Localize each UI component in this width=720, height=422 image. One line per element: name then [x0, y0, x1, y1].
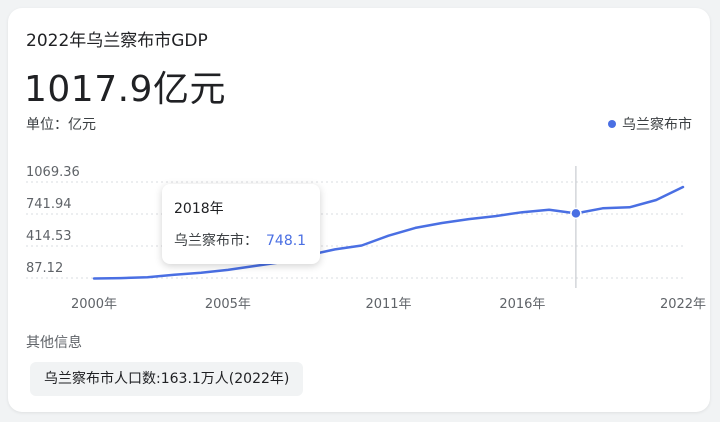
x-tick-label: 2011年: [365, 297, 411, 312]
x-tick-label: 2005年: [205, 297, 251, 312]
tooltip-row: 乌兰察布市： 748.1: [174, 230, 306, 250]
tooltip-value: 748.1: [266, 233, 307, 249]
y-tick-label: 414.53: [26, 229, 72, 244]
y-tick-label: 741.94: [26, 197, 72, 212]
population-chip[interactable]: 乌兰察布市人口数:163.1万人(2022年): [30, 362, 304, 396]
x-tick-label: 2016年: [499, 297, 545, 312]
gdp-card: 2022年乌兰察布市GDP 1017.9亿元 单位：亿元 乌兰察布市 1069.…: [8, 8, 710, 412]
other-info-label: 其他信息: [26, 335, 82, 351]
x-tick-label: 2000年: [71, 297, 117, 312]
line-chart[interactable]: 1069.36 741.94 414.53 87.12 2000年 2005年 2011年 2…: [8, 8, 710, 328]
chart-tooltip: 2018年 乌兰察布市： 748.1: [162, 184, 320, 264]
x-tick-label: 2022年: [660, 297, 706, 312]
y-tick-label: 1069.36: [26, 165, 80, 180]
y-tick-label: 87.12: [26, 261, 63, 276]
tooltip-series-label: 乌兰察布市：: [174, 233, 258, 249]
highlight-point: [570, 207, 582, 220]
tooltip-year: 2018年: [174, 201, 224, 217]
